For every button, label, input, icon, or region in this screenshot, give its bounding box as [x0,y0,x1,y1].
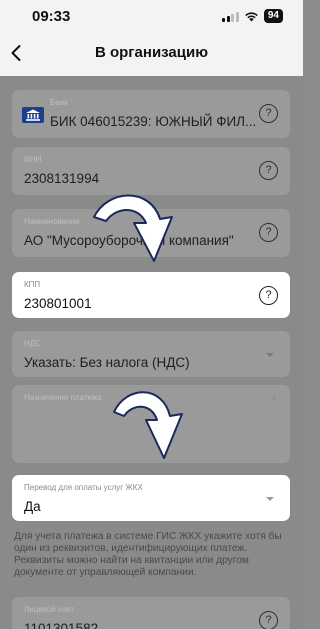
gis-label: Перевод для оплаты услуг ЖКХ [24,483,143,492]
gis-value: Да [24,499,41,514]
status-time: 09:33 [32,8,71,25]
kpp-value: 230801001 [24,296,92,311]
account-value: 1101301582 [24,621,99,629]
bank-icon [22,107,44,123]
status-bar: 09:33 94 [0,0,303,30]
kpp-field[interactable]: КПП 230801001 ? [12,272,290,318]
page-title: В организацию [94,44,209,61]
help-icon[interactable]: ? [259,611,278,629]
help-icon[interactable]: ? [259,104,278,123]
help-icon[interactable]: ? [259,161,278,180]
nds-value: Указать: Без налога (НДС) [24,355,190,370]
chevron-down-icon [266,353,274,357]
wifi-icon [245,11,258,21]
help-icon[interactable]: ? [259,286,278,305]
bank-label: Банк [50,98,68,107]
nav-bar: В организацию [0,30,303,76]
signal-icon [222,11,239,22]
account-label: Лицевой счет [24,605,74,614]
chevron-down-icon [266,497,274,501]
tutorial-arrow-icon [93,194,173,262]
name-label: Наименование [24,217,80,226]
nds-label: НДС [24,339,41,348]
bank-field[interactable]: Банк БИК 046015239: ЮЖНЫЙ ФИЛ... ? [12,90,290,138]
nds-select[interactable]: НДС Указать: Без налога (НДС) [12,331,290,377]
kpp-label: КПП [24,280,41,289]
battery-icon: 94 [263,9,283,23]
help-icon[interactable]: ? [259,223,278,242]
tutorial-arrow-icon [113,391,183,459]
resize-handle-icon [273,395,275,403]
inn-label: ИНН [24,155,42,164]
bank-value: БИК 046015239: ЮЖНЫЙ ФИЛ... [50,114,257,129]
purpose-label: Назначение платежа [24,393,102,402]
gis-info-text: Для учета платежа в системе ГИС ЖКХ укаж… [14,531,282,578]
account-field[interactable]: Лицевой счет 1101301582 ? [12,597,290,629]
gis-select[interactable]: Перевод для оплаты услуг ЖКХ Да [12,475,290,521]
status-icons: 94 [222,9,283,23]
